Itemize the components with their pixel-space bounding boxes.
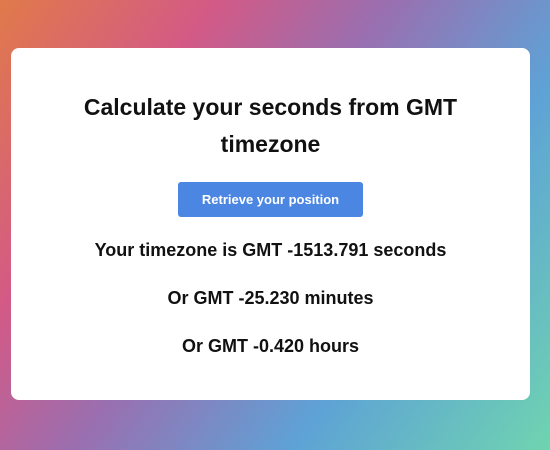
result-hours: Or GMT -0.420 hours xyxy=(181,336,360,356)
retrieve-position-button[interactable]: Retrieve your position xyxy=(178,182,363,217)
result-minutes: Or GMT -25.230 minutes xyxy=(167,288,374,308)
result-seconds: Your timezone is GMT -1513.791 seconds xyxy=(94,240,447,260)
page-title: Calculate your seconds from GMT timezone xyxy=(83,94,458,157)
calculator-card: Calculate your seconds from GMT timezone… xyxy=(11,48,530,400)
